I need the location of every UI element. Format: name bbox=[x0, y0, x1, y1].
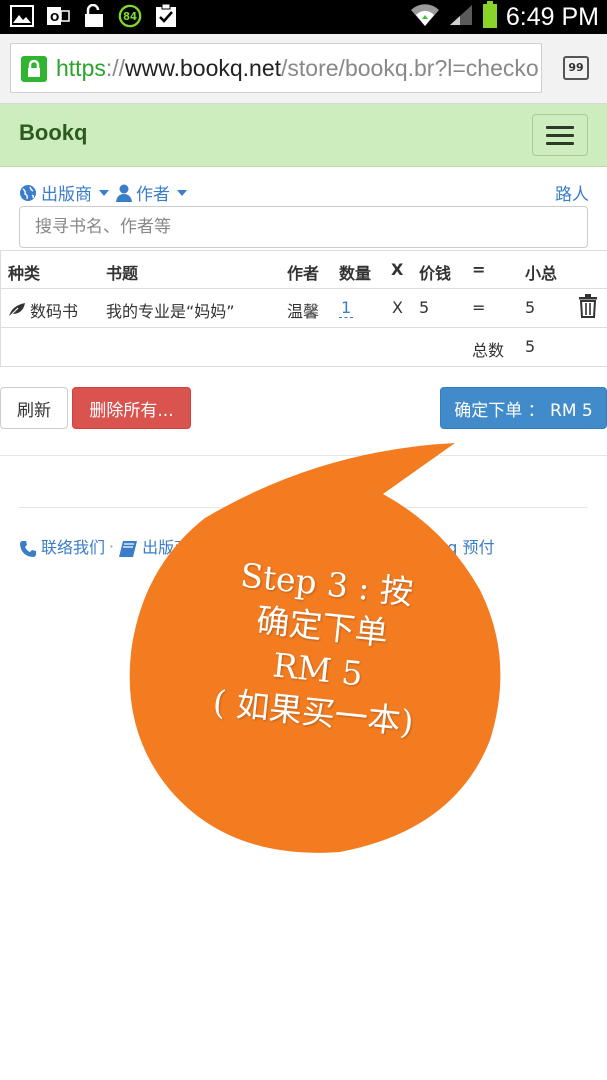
item-equals: = bbox=[472, 298, 486, 317]
clipboard-check-icon bbox=[154, 4, 178, 28]
browser-toolbar: https://www.bookq.net/store/bookq.br?l=c… bbox=[0, 34, 607, 104]
publisher-dropdown[interactable]: 出版商 bbox=[19, 180, 109, 205]
svg-text:84: 84 bbox=[123, 12, 137, 23]
signal-icon bbox=[448, 3, 474, 31]
user-icon bbox=[116, 184, 132, 202]
address-bar[interactable]: https://www.bookq.net/store/bookq.br?l=c… bbox=[10, 43, 542, 93]
refresh-button[interactable]: 刷新 bbox=[0, 387, 68, 429]
total-row: 总数 5 bbox=[1, 328, 607, 367]
contact-link[interactable]: 联络我们 bbox=[19, 534, 105, 558]
system-icons: 6:49 PM bbox=[410, 0, 599, 34]
leaf-icon bbox=[8, 303, 25, 318]
quantity-editable[interactable]: 1 bbox=[339, 298, 354, 318]
item-price: 5 bbox=[419, 298, 430, 317]
footer-links: 联络我们 · 出版商 · 数码书阅读器 · 面书 · Bookq 预付 bbox=[19, 534, 589, 558]
image-icon bbox=[10, 4, 34, 28]
author-dropdown[interactable]: 作者 bbox=[116, 180, 187, 205]
caret-down-icon bbox=[177, 189, 187, 196]
divider bbox=[0, 455, 607, 456]
table-row: 数码书 我的专业是“妈妈” 温馨 1 X 5 = 5 bbox=[1, 289, 607, 328]
item-times: X bbox=[392, 298, 403, 317]
col-times: X bbox=[391, 260, 404, 279]
caret-down-icon bbox=[99, 189, 109, 196]
status-bar: O 84 6:49 PM bbox=[0, 0, 607, 34]
instruction-text: Step 3 : 按 确定下单 RM 5 ( 如果买一本) bbox=[211, 555, 416, 743]
facebook-icon bbox=[326, 539, 336, 558]
cart-table: 种类 书题 作者 数量 X 价钱 = 小总 数码书 我的专业是“妈妈” 温馨 1… bbox=[0, 250, 607, 367]
wifi-icon bbox=[410, 2, 440, 32]
item-author: 温馨 bbox=[287, 302, 320, 321]
url-text: https://www.bookq.net/store/bookq.br?l=c… bbox=[56, 55, 539, 81]
trash-icon[interactable] bbox=[578, 294, 598, 318]
search-input[interactable] bbox=[19, 206, 588, 248]
speed-badge-icon: 84 bbox=[118, 4, 142, 28]
lock-icon bbox=[21, 56, 47, 82]
total-label: 总数 bbox=[472, 341, 505, 360]
col-price: 价钱 bbox=[419, 264, 452, 283]
col-author: 作者 bbox=[287, 264, 320, 283]
item-title: 我的专业是“妈妈” bbox=[106, 302, 235, 321]
prepaid-link[interactable]: Bookq 预付 bbox=[385, 534, 495, 558]
col-subtotal: 小总 bbox=[525, 264, 558, 283]
col-category: 种类 bbox=[8, 264, 41, 283]
facebook-link[interactable]: 面书 bbox=[326, 534, 372, 558]
divider bbox=[19, 507, 588, 508]
globe-icon bbox=[20, 184, 36, 201]
hamburger-icon bbox=[546, 126, 574, 129]
filter-row: 出版商 作者 路人 bbox=[19, 180, 589, 206]
total-value: 5 bbox=[525, 337, 536, 356]
phone-icon bbox=[20, 540, 36, 557]
table-header-row: 种类 书题 作者 数量 X 价钱 = 小总 bbox=[1, 251, 607, 289]
brand-logo[interactable]: Bookq bbox=[19, 120, 87, 146]
notification-icons: O 84 bbox=[10, 4, 178, 28]
col-title: 书题 bbox=[106, 264, 139, 283]
menu-toggle-button[interactable] bbox=[532, 114, 588, 156]
site-navbar: Bookq bbox=[0, 104, 607, 167]
confirm-order-button[interactable]: 确定下单 ： RM 5 bbox=[440, 387, 607, 429]
clock: 6:49 PM bbox=[505, 2, 599, 31]
battery-icon bbox=[482, 1, 498, 33]
col-equals: = bbox=[472, 260, 486, 279]
outlook-icon: O bbox=[46, 4, 70, 28]
delete-all-button[interactable]: 删除所有... bbox=[72, 387, 191, 429]
guest-link[interactable]: 路人 bbox=[555, 180, 589, 205]
tag-icon bbox=[386, 540, 403, 557]
svg-text:O: O bbox=[50, 11, 59, 24]
tabs-button[interactable]: 99 bbox=[563, 56, 589, 80]
book-icon bbox=[119, 540, 138, 557]
unlock-icon bbox=[82, 4, 106, 28]
item-category: 数码书 bbox=[8, 298, 78, 322]
item-subtotal: 5 bbox=[525, 298, 536, 317]
col-quantity: 数量 bbox=[339, 264, 372, 283]
